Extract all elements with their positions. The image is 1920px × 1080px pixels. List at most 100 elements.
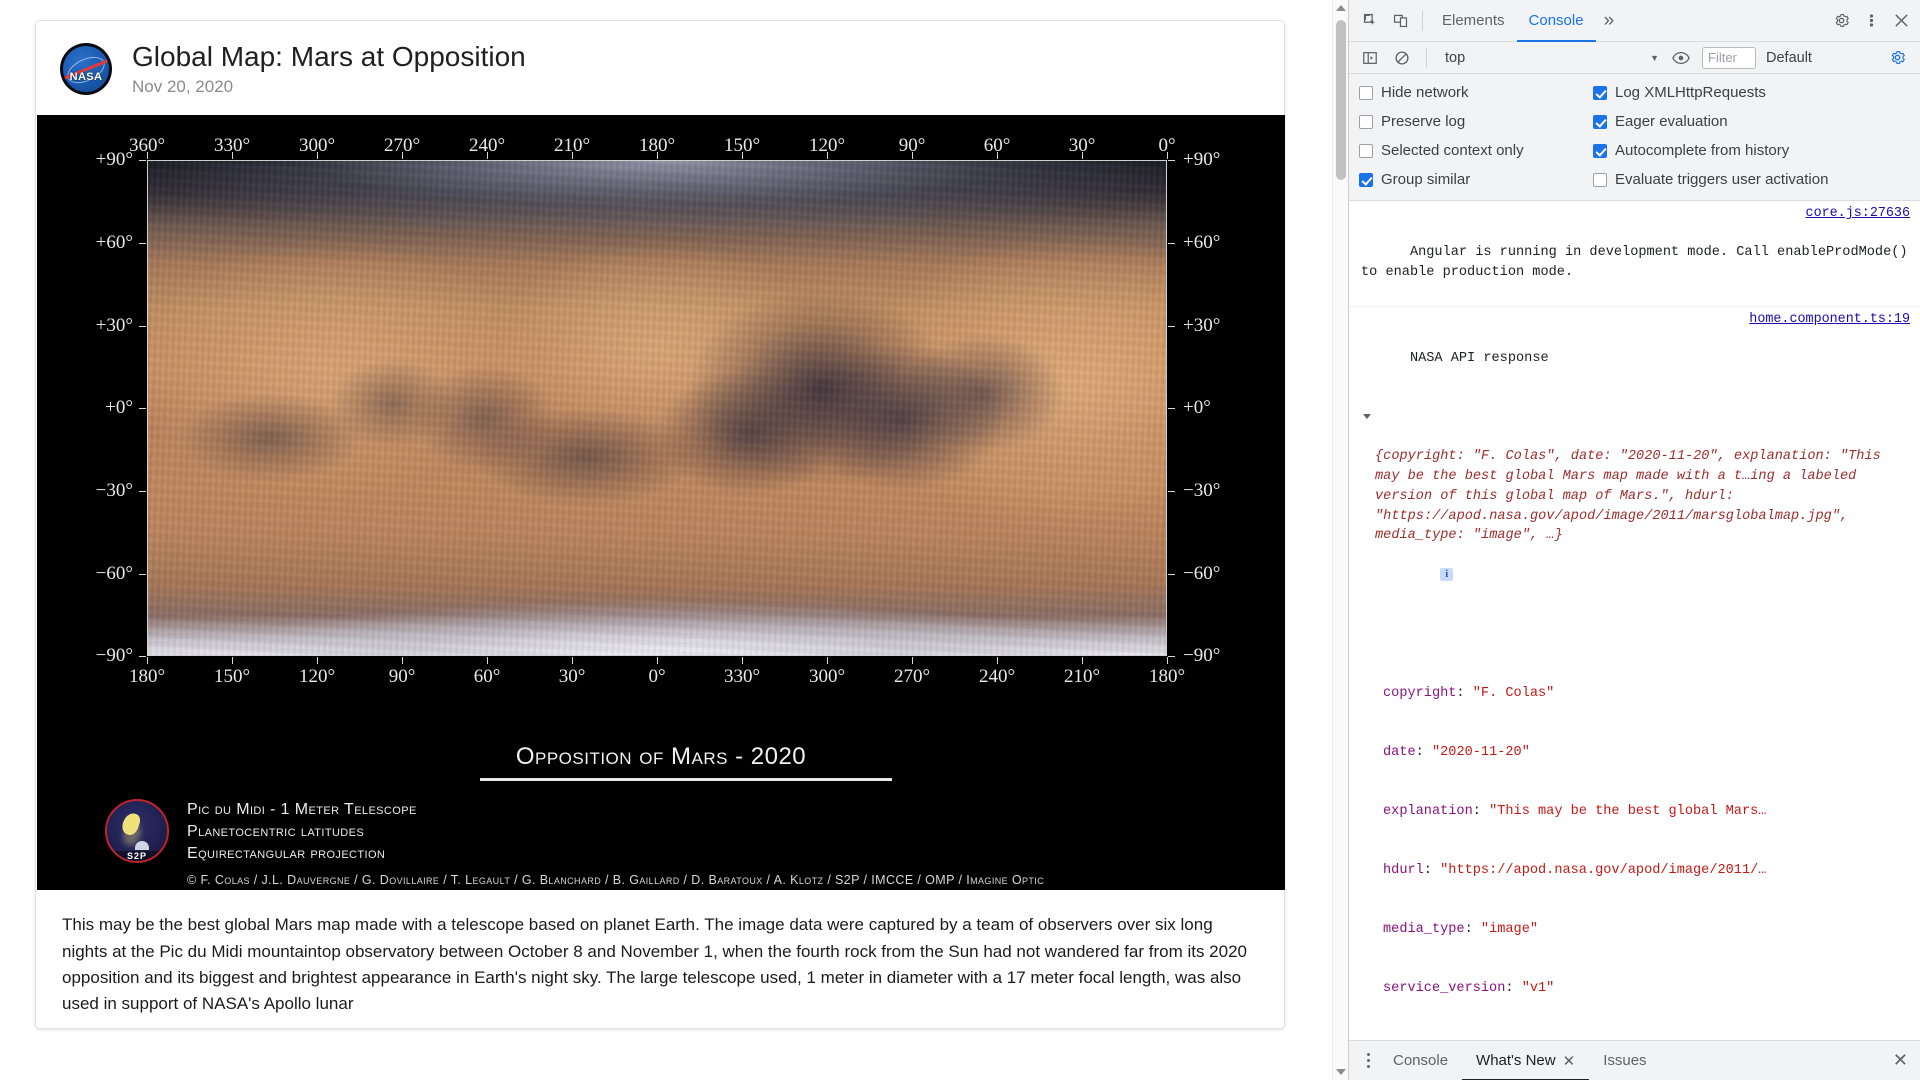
checkbox-label: Group similar <box>1381 171 1471 188</box>
checkbox-label: Evaluate triggers user activation <box>1615 171 1829 188</box>
checkbox-box[interactable] <box>1593 143 1607 158</box>
console-message-text: Angular is running in development mode. … <box>1361 245 1916 281</box>
property-name: hdurl <box>1383 863 1424 879</box>
checkbox-label: Eager evaluation <box>1615 113 1728 130</box>
tab-console[interactable]: Console <box>1516 0 1596 42</box>
checkbox-label: Hide network <box>1381 84 1469 101</box>
latitude-tick-label-right: −90° <box>1183 645 1221 667</box>
tab-elements[interactable]: Elements <box>1430 0 1517 42</box>
credit-authors: © F. Colas / J.L. Dauvergne / G. Dovilla… <box>187 873 1045 888</box>
checkbox-autocomplete-from-history[interactable]: Autocomplete from history <box>1593 137 1910 164</box>
info-badge-icon[interactable]: i <box>1440 567 1454 581</box>
console-filter-toolbar: top ▼ Filter Default <box>1349 42 1920 74</box>
axis-tick <box>317 657 318 665</box>
scroll-down-arrow-icon[interactable] <box>1333 1064 1348 1080</box>
drawer-more-menu-icon[interactable] <box>1357 1053 1379 1068</box>
apod-card: NASA Global Map: Mars at Opposition Nov … <box>35 20 1285 1029</box>
axis-tick <box>657 152 658 160</box>
checkbox-group-similar[interactable]: Group similar <box>1359 166 1593 193</box>
longitude-tick-label-bottom: 300° <box>808 666 846 688</box>
axis-tick <box>572 152 573 160</box>
checkbox-box[interactable] <box>1359 172 1373 187</box>
checkbox-box[interactable] <box>1359 85 1373 100</box>
map-plot-area <box>147 160 1167 657</box>
property-value: "2020-11-20" <box>1431 744 1530 760</box>
drawer-tab-whats-new[interactable]: What's New ✕ <box>1462 1041 1590 1080</box>
console-settings-grid: Hide network Log XMLHttpRequests Preserv… <box>1349 74 1920 201</box>
console-filter-input[interactable]: Filter <box>1702 46 1756 69</box>
page-vertical-scrollbar[interactable] <box>1332 0 1348 1080</box>
axis-tick <box>1168 325 1175 327</box>
longitude-tick-label-bottom: 180° <box>1148 666 1186 688</box>
axis-tick <box>317 152 318 160</box>
checkbox-eager-evaluation[interactable]: Eager evaluation <box>1593 108 1910 135</box>
execution-context-select[interactable]: top ▼ <box>1436 47 1664 69</box>
checkbox-log-xmlhttprequests[interactable]: Log XMLHttpRequests <box>1593 79 1910 106</box>
longitude-tick-label-bottom: 180° <box>128 666 166 688</box>
devtools-drawer-tabbar: Console What's New ✕ Issues ✕ <box>1349 1040 1920 1080</box>
axis-tick <box>827 152 828 160</box>
axis-tick <box>402 657 403 665</box>
latitude-tick-label-right: +60° <box>1183 231 1221 253</box>
eye-icon[interactable] <box>1666 43 1696 73</box>
checkbox-box[interactable] <box>1593 172 1607 187</box>
axis-tick <box>572 657 573 665</box>
card-header: NASA Global Map: Mars at Opposition Nov … <box>36 21 1284 115</box>
console-message-source-link[interactable]: core.js:27636 <box>1806 204 1910 223</box>
console-message-source-link[interactable]: home.component.ts:19 <box>1749 310 1910 329</box>
property-name: media_type <box>1383 922 1465 938</box>
kebab-menu-icon[interactable] <box>1856 6 1886 36</box>
checkbox-box[interactable] <box>1359 143 1373 158</box>
gear-icon[interactable] <box>1826 6 1856 36</box>
checkbox-selected-context-only[interactable]: Selected context only <box>1359 137 1593 164</box>
s2p-logo-icon: S2P <box>105 799 169 864</box>
console-message-list[interactable]: core.js:27636 Angular is running in deve… <box>1349 201 1920 1040</box>
axis-tick <box>139 325 146 327</box>
console-level-select[interactable]: Default <box>1758 50 1820 66</box>
longitude-tick-label-bottom: 60° <box>473 666 501 688</box>
page-date: Nov 20, 2020 <box>132 77 234 97</box>
drawer-tab-label: What's New <box>1476 1052 1556 1069</box>
axis-tick <box>139 656 146 658</box>
checkbox-hide-network[interactable]: Hide network <box>1359 79 1593 106</box>
scroll-up-arrow-icon[interactable] <box>1333 0 1348 16</box>
credit-telescope: Pic du Midi - 1 Meter Telescope <box>187 801 417 819</box>
console-message-angular-devmode: core.js:27636 Angular is running in deve… <box>1349 201 1920 307</box>
axis-tick <box>742 152 743 160</box>
axis-tick <box>1168 160 1175 162</box>
close-icon[interactable] <box>1886 6 1916 36</box>
drawer-tab-label: Issues <box>1603 1052 1647 1069</box>
checkbox-evaluate-triggers-user-activation[interactable]: Evaluate triggers user activation <box>1593 166 1910 193</box>
page-scrollbar-thumb[interactable] <box>1336 20 1346 180</box>
more-tabs-icon[interactable]: » <box>1596 10 1623 32</box>
property-name: date <box>1383 744 1416 760</box>
credit-latitudes: Planetocentric latitudes <box>187 823 365 841</box>
object-preview: {copyright: "F. Colas", date: "2020-11-2… <box>1375 449 1889 544</box>
object-property-row: service_version: "v1" <box>1383 981 1555 997</box>
axis-tick <box>1167 657 1168 665</box>
inspect-element-icon[interactable] <box>1355 6 1385 36</box>
device-toolbar-icon[interactable] <box>1385 6 1415 36</box>
axis-tick <box>139 573 146 575</box>
object-property-row: hdurl: "https://apod.nasa.gov/apod/image… <box>1383 863 1767 879</box>
close-icon[interactable]: ✕ <box>1563 1052 1576 1070</box>
checkbox-box[interactable] <box>1359 114 1373 129</box>
clear-console-icon[interactable] <box>1387 43 1417 73</box>
axis-tick <box>1168 656 1175 658</box>
console-sidebar-icon[interactable] <box>1355 43 1385 73</box>
apod-explanation-text: This may be the best global Mars map mad… <box>62 915 1247 1014</box>
drawer-tab-issues[interactable]: Issues <box>1589 1041 1660 1080</box>
axis-tick <box>1082 152 1083 160</box>
axis-tick <box>139 242 146 244</box>
drawer-close-icon[interactable]: ✕ <box>1893 1050 1920 1071</box>
checkbox-box[interactable] <box>1593 85 1607 100</box>
property-name: service_version <box>1383 981 1506 997</box>
object-expand-triangle[interactable] <box>1363 414 1371 420</box>
filterbar-divider <box>1426 47 1427 68</box>
drawer-tab-console[interactable]: Console <box>1379 1041 1462 1080</box>
checkbox-box[interactable] <box>1593 114 1607 129</box>
axis-tick <box>827 657 828 665</box>
console-settings-gear-icon[interactable] <box>1882 43 1912 73</box>
checkbox-preserve-log[interactable]: Preserve log <box>1359 108 1593 135</box>
axis-tick <box>1082 657 1083 665</box>
